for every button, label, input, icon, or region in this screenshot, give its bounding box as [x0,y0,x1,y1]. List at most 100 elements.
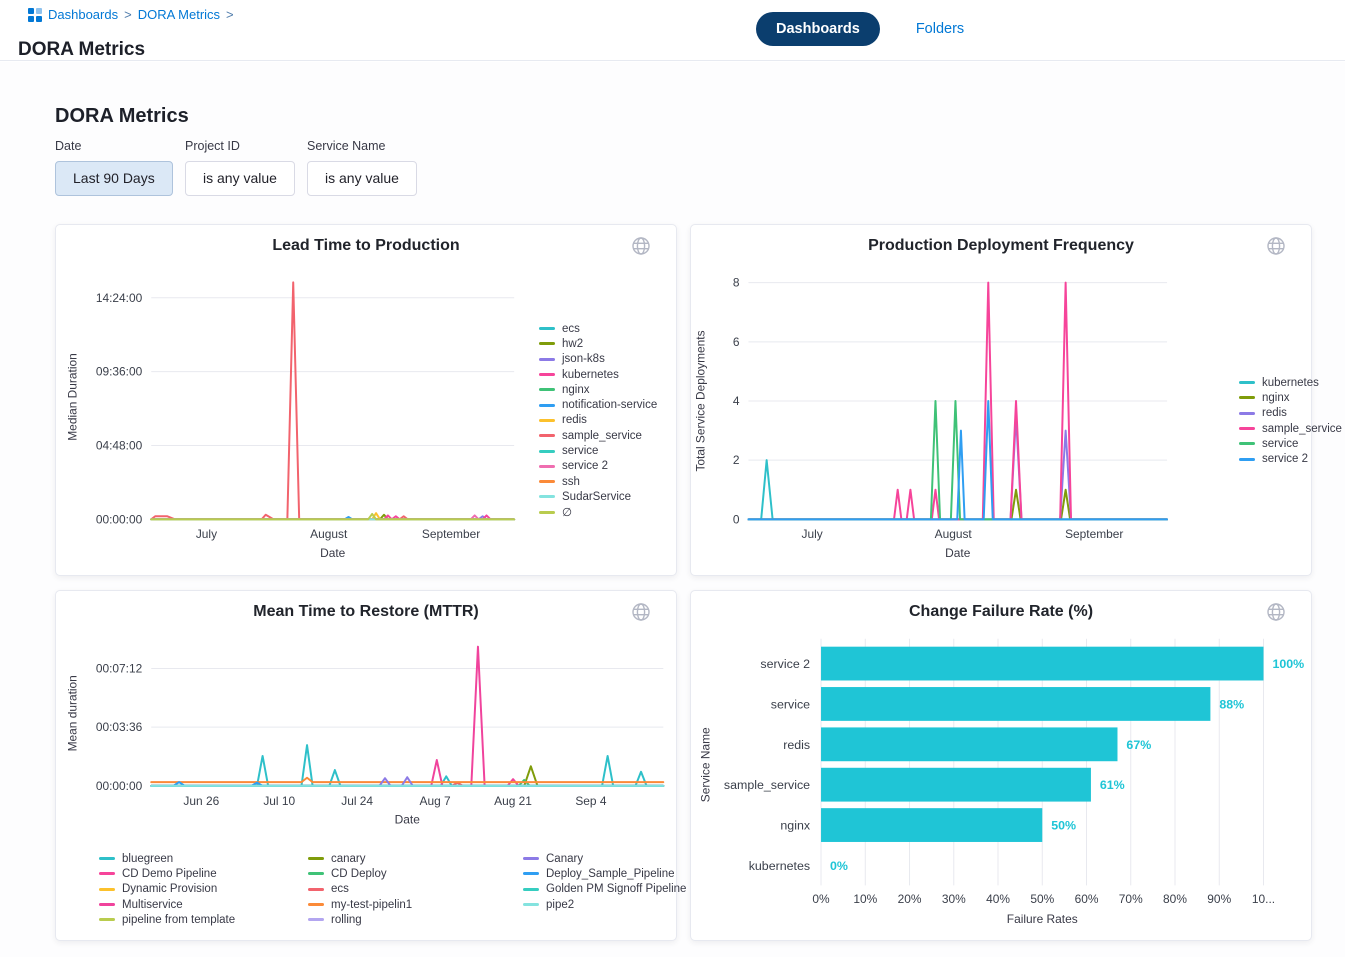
axis-text: Jun 26 [183,794,219,808]
legend-label: hw2 [562,338,583,350]
legend-item[interactable]: ssh [539,474,657,489]
chart-legend: canaryCD Deploy ecs my-test-pipelin1rollin… [308,851,412,927]
legend-label: Canary [546,853,583,865]
legend-label: CD Demo Pipeline [122,868,217,880]
filter-chip-service-name[interactable]: is any value [307,161,417,196]
legend-label: pipe2 [546,899,574,911]
legend-item[interactable]: service 2 [1239,451,1342,466]
legend-swatch-icon [308,872,324,875]
legend-item[interactable]: redis [539,413,657,428]
axis-text: Total Service Deployments [694,330,708,471]
legend-item[interactable]: service 2 [539,459,657,474]
axis-text: 8 [733,276,740,290]
bar [821,808,1042,842]
axis-text: 09:36:00 [96,365,143,379]
series-line [151,647,663,786]
legend-item[interactable]: CD Demo Pipeline [99,866,235,881]
legend-item[interactable]: service [1239,436,1342,451]
legend-item[interactable]: SudarService [539,489,657,504]
legend-item[interactable]: json-k8s [539,352,657,367]
legend-item[interactable]: pipeline from template [99,912,235,927]
legend-item[interactable]: kubernetes [1239,375,1342,390]
axis-text: August [310,527,348,541]
legend-label: kubernetes [562,369,619,381]
legend-item[interactable]: Multiservice [99,897,235,912]
chart-canvas: 02468JulyAugustSeptemberDateTotal Servic… [691,225,1311,575]
axis-text: 80% [1163,892,1187,906]
axis-text: 00:00:00 [96,512,143,526]
legend-label: ecs [331,883,349,895]
legend-item[interactable]: bluegreen [99,851,235,866]
legend-label: Deploy_Sample_Pipeline [546,868,675,880]
filter-chip-project-id[interactable]: is any value [185,161,295,196]
tab-folders[interactable]: Folders [910,20,970,38]
card-change-failure-rate: Change Failure Rate (%) 0%10%20%30%40%50… [690,590,1312,941]
chart-legend: bluegreen CD Demo Pipeline Dynamic Provisi… [99,851,235,927]
legend-swatch-icon [539,434,555,437]
axis-text: August [935,527,973,541]
legend-swatch-icon [99,918,115,921]
chart-legend: Canary Deploy_Sample_Pipeline Golden PM Si… [523,851,686,912]
dashboard-title: DORA Metrics [55,105,189,128]
legend-swatch-icon [539,327,555,330]
legend-item[interactable]: my-test-pipelin1 [308,897,412,912]
axis-text: Date [320,546,346,560]
legend-swatch-icon [539,495,555,498]
legend-swatch-icon [539,358,555,361]
tab-dashboards[interactable]: Dashboards [756,12,880,46]
legend-label: kubernetes [1262,377,1319,389]
legend-item[interactable]: notification-service [539,397,657,412]
legend-item[interactable]: redis [1239,406,1342,421]
legend-item[interactable]: sample_service [539,428,657,443]
bar [821,687,1210,721]
series-line [151,282,514,519]
legend-item[interactable]: hw2 [539,336,657,351]
legend-item[interactable]: CD Deploy [308,866,412,881]
filter-chip-date[interactable]: Last 90 Days [55,161,173,196]
legend-item[interactable]: Deploy_Sample_Pipeline [523,866,686,881]
axis-text: 6 [733,335,740,349]
bar [821,768,1091,802]
legend-swatch-icon [1239,458,1255,461]
axis-text: Date [945,546,971,560]
legend-label: nginx [562,384,590,396]
legend-swatch-icon [523,857,539,860]
legend-swatch-icon [539,450,555,453]
filter-label-service-name: Service Name [307,139,386,153]
filter-label-project-id: Project ID [185,139,240,153]
legend-item[interactable]: nginx [1239,390,1342,405]
legend-item[interactable]: canary [308,851,412,866]
axis-text: 04:48:00 [96,438,143,452]
chart-legend: ecs hw2 json-k8s kubernetes nginx notificatio… [539,321,657,520]
legend-label: pipeline from template [122,914,235,926]
legend-item[interactable]: sample_service [1239,421,1342,436]
legend-item[interactable]: nginx [539,382,657,397]
legend-swatch-icon [1239,427,1255,430]
legend-item[interactable]: pipe2 [523,897,686,912]
legend-item[interactable]: kubernetes [539,367,657,382]
legend-item[interactable]: Canary [523,851,686,866]
legend-swatch-icon [539,373,555,376]
breadcrumb-link-dashboards[interactable]: Dashboards [48,7,118,22]
legend-item[interactable]: Dynamic Provision [99,882,235,897]
legend-swatch-icon [539,480,555,483]
legend-item[interactable]: ecs [539,321,657,336]
breadcrumb-link-dora-metrics[interactable]: DORA Metrics [138,7,220,22]
legend-item[interactable]: ∅ [539,505,657,520]
legend-item[interactable]: service [539,443,657,458]
axis-text: Jul 24 [341,794,373,808]
legend-label: canary [331,853,366,865]
legend-swatch-icon [539,511,555,514]
legend-item[interactable]: rolling [308,912,412,927]
legend-label: Golden PM Signoff Pipeline [546,883,686,895]
legend-swatch-icon [539,465,555,468]
legend-label: notification-service [562,399,657,411]
legend-item[interactable]: ecs [308,882,412,897]
bar [821,727,1117,761]
legend-swatch-icon [539,342,555,345]
filter-label-date: Date [55,139,81,153]
chart-legend: kubernetesnginxredissample_serviceservic… [1239,375,1342,467]
bar [821,647,1263,681]
legend-item[interactable]: Golden PM Signoff Pipeline [523,882,686,897]
axis-text: 4 [733,394,740,408]
